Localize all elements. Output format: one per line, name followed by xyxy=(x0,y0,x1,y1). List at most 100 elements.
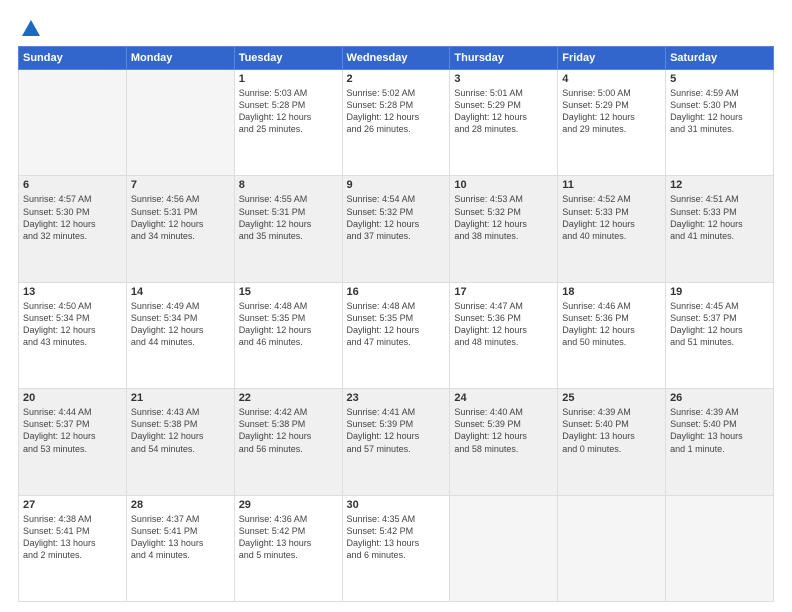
day-info: Sunrise: 4:46 AM Sunset: 5:36 PM Dayligh… xyxy=(562,300,661,349)
day-number: 21 xyxy=(131,392,230,404)
calendar-day-cell: 27 Sunrise: 4:38 AM Sunset: 5:41 PM Dayli… xyxy=(19,495,127,601)
calendar-day-cell: 4 Sunrise: 5:00 AM Sunset: 5:29 PM Daylig… xyxy=(558,70,666,176)
day-info: Sunrise: 4:53 AM Sunset: 5:32 PM Dayligh… xyxy=(454,193,553,242)
calendar-day-cell: 8Sunrise: 4:55 AM Sunset: 5:31 PM Daylig… xyxy=(234,176,342,282)
header xyxy=(18,18,774,36)
day-info: Sunrise: 4:47 AM Sunset: 5:36 PM Dayligh… xyxy=(454,300,553,349)
calendar-day-cell: 24Sunrise: 4:40 AM Sunset: 5:39 PM Dayli… xyxy=(450,389,558,495)
day-info: Sunrise: 4:51 AM Sunset: 5:33 PM Dayligh… xyxy=(670,193,769,242)
calendar-table: Sunday Monday Tuesday Wednesday Thursday… xyxy=(18,46,774,602)
day-info: Sunrise: 4:48 AM Sunset: 5:35 PM Dayligh… xyxy=(239,300,338,349)
calendar-day-cell: 11Sunrise: 4:52 AM Sunset: 5:33 PM Dayli… xyxy=(558,176,666,282)
day-info: Sunrise: 4:50 AM Sunset: 5:34 PM Dayligh… xyxy=(23,300,122,349)
day-number: 16 xyxy=(347,286,446,298)
calendar-day-cell: 6Sunrise: 4:57 AM Sunset: 5:30 PM Daylig… xyxy=(19,176,127,282)
calendar-week-row: 6Sunrise: 4:57 AM Sunset: 5:30 PM Daylig… xyxy=(19,176,774,282)
day-info: Sunrise: 5:00 AM Sunset: 5:29 PM Dayligh… xyxy=(562,87,661,136)
calendar-day-cell: 29 Sunrise: 4:36 AM Sunset: 5:42 PM Dayli… xyxy=(234,495,342,601)
calendar-day-cell: 20 Sunrise: 4:44 AM Sunset: 5:37 PM Dayli… xyxy=(19,389,127,495)
day-info: Sunrise: 4:36 AM Sunset: 5:42 PM Dayligh… xyxy=(239,513,338,562)
logo-icon xyxy=(20,18,42,40)
calendar-day-cell: 15 Sunrise: 4:48 AM Sunset: 5:35 PM Dayli… xyxy=(234,282,342,388)
day-info: Sunrise: 4:37 AM Sunset: 5:41 PM Dayligh… xyxy=(131,513,230,562)
calendar-day-cell: 16 Sunrise: 4:48 AM Sunset: 5:35 PM Dayli… xyxy=(342,282,450,388)
day-number: 15 xyxy=(239,286,338,298)
day-info: Sunrise: 4:48 AM Sunset: 5:35 PM Dayligh… xyxy=(347,300,446,349)
calendar-day-cell: 23 Sunrise: 4:41 AM Sunset: 5:39 PM Dayli… xyxy=(342,389,450,495)
day-number: 5 xyxy=(670,73,769,85)
day-number: 6 xyxy=(23,179,122,191)
calendar-week-row: 1 Sunrise: 5:03 AM Sunset: 5:28 PM Daylig… xyxy=(19,70,774,176)
calendar-day-cell: 17Sunrise: 4:47 AM Sunset: 5:36 PM Dayli… xyxy=(450,282,558,388)
day-info: Sunrise: 5:03 AM Sunset: 5:28 PM Dayligh… xyxy=(239,87,338,136)
calendar-day-cell: 2 Sunrise: 5:02 AM Sunset: 5:28 PM Daylig… xyxy=(342,70,450,176)
day-info: Sunrise: 4:40 AM Sunset: 5:39 PM Dayligh… xyxy=(454,406,553,455)
calendar-day-cell xyxy=(450,495,558,601)
day-info: Sunrise: 4:43 AM Sunset: 5:38 PM Dayligh… xyxy=(131,406,230,455)
calendar-day-cell xyxy=(558,495,666,601)
day-info: Sunrise: 4:49 AM Sunset: 5:34 PM Dayligh… xyxy=(131,300,230,349)
calendar-day-cell: 28 Sunrise: 4:37 AM Sunset: 5:41 PM Dayli… xyxy=(126,495,234,601)
calendar-day-cell: 3Sunrise: 5:01 AM Sunset: 5:29 PM Daylig… xyxy=(450,70,558,176)
calendar-day-cell: 26 Sunrise: 4:39 AM Sunset: 5:40 PM Dayli… xyxy=(666,389,774,495)
day-number: 18 xyxy=(562,286,661,298)
calendar-week-row: 20 Sunrise: 4:44 AM Sunset: 5:37 PM Dayli… xyxy=(19,389,774,495)
day-number: 3 xyxy=(454,73,553,85)
calendar-day-cell: 1 Sunrise: 5:03 AM Sunset: 5:28 PM Daylig… xyxy=(234,70,342,176)
day-number: 23 xyxy=(347,392,446,404)
calendar-day-cell xyxy=(126,70,234,176)
day-info: Sunrise: 5:02 AM Sunset: 5:28 PM Dayligh… xyxy=(347,87,446,136)
day-number: 26 xyxy=(670,392,769,404)
calendar-day-cell: 7 Sunrise: 4:56 AM Sunset: 5:31 PM Daylig… xyxy=(126,176,234,282)
calendar-day-cell: 5 Sunrise: 4:59 AM Sunset: 5:30 PM Daylig… xyxy=(666,70,774,176)
calendar-day-cell: 13 Sunrise: 4:50 AM Sunset: 5:34 PM Dayli… xyxy=(19,282,127,388)
day-info: Sunrise: 4:35 AM Sunset: 5:42 PM Dayligh… xyxy=(347,513,446,562)
day-number: 12 xyxy=(670,179,769,191)
day-number: 22 xyxy=(239,392,338,404)
day-info: Sunrise: 4:56 AM Sunset: 5:31 PM Dayligh… xyxy=(131,193,230,242)
day-number: 25 xyxy=(562,392,661,404)
calendar-day-cell: 30 Sunrise: 4:35 AM Sunset: 5:42 PM Dayli… xyxy=(342,495,450,601)
logo xyxy=(18,18,42,36)
day-info: Sunrise: 4:39 AM Sunset: 5:40 PM Dayligh… xyxy=(670,406,769,455)
day-info: Sunrise: 4:59 AM Sunset: 5:30 PM Dayligh… xyxy=(670,87,769,136)
header-thursday: Thursday xyxy=(450,47,558,70)
day-number: 1 xyxy=(239,73,338,85)
calendar-day-cell: 22Sunrise: 4:42 AM Sunset: 5:38 PM Dayli… xyxy=(234,389,342,495)
day-number: 9 xyxy=(347,179,446,191)
day-number: 14 xyxy=(131,286,230,298)
day-number: 2 xyxy=(347,73,446,85)
weekday-header-row: Sunday Monday Tuesday Wednesday Thursday… xyxy=(19,47,774,70)
header-tuesday: Tuesday xyxy=(234,47,342,70)
header-sunday: Sunday xyxy=(19,47,127,70)
calendar-day-cell: 14 Sunrise: 4:49 AM Sunset: 5:34 PM Dayli… xyxy=(126,282,234,388)
day-info: Sunrise: 4:38 AM Sunset: 5:41 PM Dayligh… xyxy=(23,513,122,562)
day-number: 27 xyxy=(23,499,122,511)
day-number: 30 xyxy=(347,499,446,511)
day-number: 28 xyxy=(131,499,230,511)
day-number: 20 xyxy=(23,392,122,404)
calendar-day-cell: 19Sunrise: 4:45 AM Sunset: 5:37 PM Dayli… xyxy=(666,282,774,388)
day-number: 19 xyxy=(670,286,769,298)
calendar-week-row: 27 Sunrise: 4:38 AM Sunset: 5:41 PM Dayli… xyxy=(19,495,774,601)
calendar-day-cell: 21 Sunrise: 4:43 AM Sunset: 5:38 PM Dayli… xyxy=(126,389,234,495)
day-info: Sunrise: 4:44 AM Sunset: 5:37 PM Dayligh… xyxy=(23,406,122,455)
day-info: Sunrise: 4:52 AM Sunset: 5:33 PM Dayligh… xyxy=(562,193,661,242)
day-info: Sunrise: 4:55 AM Sunset: 5:31 PM Dayligh… xyxy=(239,193,338,242)
calendar-day-cell xyxy=(666,495,774,601)
day-number: 13 xyxy=(23,286,122,298)
day-info: Sunrise: 4:41 AM Sunset: 5:39 PM Dayligh… xyxy=(347,406,446,455)
day-info: Sunrise: 4:39 AM Sunset: 5:40 PM Dayligh… xyxy=(562,406,661,455)
page: Sunday Monday Tuesday Wednesday Thursday… xyxy=(0,0,792,612)
day-number: 29 xyxy=(239,499,338,511)
day-number: 10 xyxy=(454,179,553,191)
day-number: 7 xyxy=(131,179,230,191)
day-number: 4 xyxy=(562,73,661,85)
header-friday: Friday xyxy=(558,47,666,70)
calendar-day-cell: 10 Sunrise: 4:53 AM Sunset: 5:32 PM Dayli… xyxy=(450,176,558,282)
calendar-week-row: 13 Sunrise: 4:50 AM Sunset: 5:34 PM Dayli… xyxy=(19,282,774,388)
calendar-day-cell xyxy=(19,70,127,176)
calendar-day-cell: 9Sunrise: 4:54 AM Sunset: 5:32 PM Daylig… xyxy=(342,176,450,282)
header-wednesday: Wednesday xyxy=(342,47,450,70)
calendar-day-cell: 12 Sunrise: 4:51 AM Sunset: 5:33 PM Dayli… xyxy=(666,176,774,282)
